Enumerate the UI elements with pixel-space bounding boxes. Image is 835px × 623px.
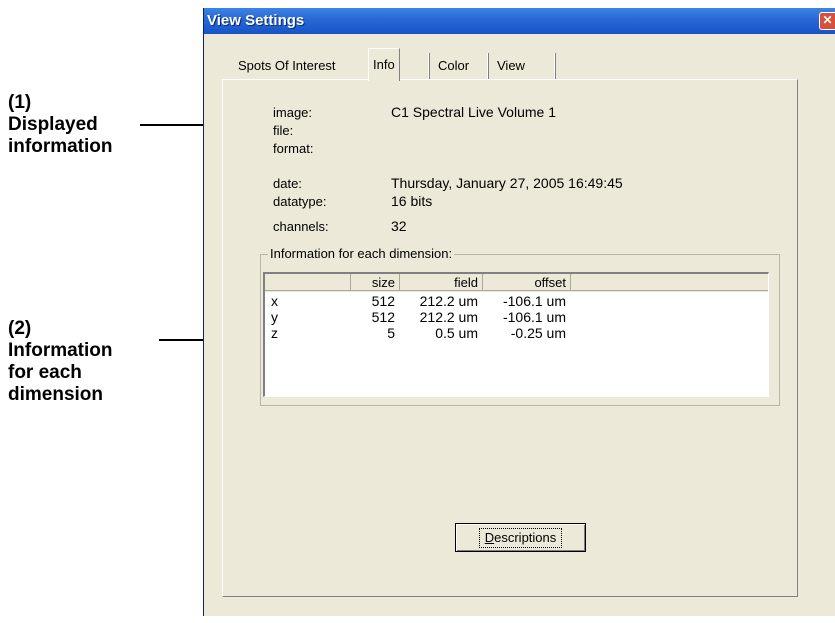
descriptions-button-accelerator: D — [484, 530, 495, 545]
callout-number: (1) — [8, 92, 32, 113]
column-header-filler — [571, 274, 768, 291]
callout-text-line: information — [8, 136, 113, 157]
info-label-format: format: — [273, 141, 314, 156]
info-label-datatype: datatype: — [273, 194, 327, 209]
row-field: 0.5 um — [435, 325, 478, 341]
info-label-date: date: — [273, 176, 302, 191]
info-label-channels: channels: — [273, 219, 329, 234]
tab-color[interactable]: Color — [438, 53, 469, 79]
callout-text-line: dimension — [8, 384, 104, 405]
close-button[interactable]: ✕ — [819, 12, 835, 30]
info-value-datatype: 16 bits — [391, 193, 433, 209]
column-header-size[interactable]: size — [351, 274, 400, 291]
column-header-name[interactable] — [265, 274, 351, 291]
row-name: x — [271, 293, 278, 309]
tab-divider — [554, 53, 556, 79]
dimension-group-title: Information for each dimension: — [268, 246, 455, 261]
row-name: z — [271, 325, 278, 341]
row-offset: -106.1 um — [502, 293, 566, 309]
callout-displayed-information: (1) Displayed information — [8, 92, 113, 158]
callout-dimension-information: (2) Information for each dimension — [8, 318, 113, 406]
table-row[interactable]: x 512 212.2 um -106.1 um — [265, 293, 768, 309]
view-settings-dialog: View Settings ✕ Spots Of Interest Info C… — [203, 8, 835, 616]
row-size: 512 — [371, 293, 395, 309]
info-value-channels: 32 — [391, 218, 407, 234]
table-row[interactable]: y 512 212.2 um -106.1 um — [265, 309, 768, 325]
tab-divider — [428, 53, 430, 79]
descriptions-button[interactable]: Descriptions — [455, 523, 586, 552]
row-size: 512 — [371, 309, 395, 325]
dimension-list[interactable]: size field offset x 512 212.2 um -106.1 … — [263, 272, 769, 397]
row-field: 212.2 um — [419, 293, 478, 309]
tab-spots-of-interest[interactable]: Spots Of Interest — [238, 53, 336, 79]
info-value-image: C1 Spectral Live Volume 1 — [391, 104, 556, 120]
row-name: y — [271, 309, 278, 325]
row-field: 212.2 um — [419, 309, 478, 325]
tab-info[interactable]: Info — [368, 48, 400, 81]
callout-text-line: Displayed — [8, 114, 98, 135]
title-bar[interactable]: View Settings ✕ — [204, 8, 835, 34]
descriptions-button-text: escriptions — [494, 530, 557, 545]
column-header-offset[interactable]: offset — [483, 274, 571, 291]
info-value-date: Thursday, January 27, 2005 16:49:45 — [391, 175, 623, 191]
info-label-file: file: — [273, 123, 294, 138]
callout-text-line: for each — [8, 362, 82, 383]
tab-divider — [487, 53, 489, 79]
row-size: 5 — [387, 325, 395, 341]
row-offset: -106.1 um — [502, 309, 566, 325]
window-title: View Settings — [207, 12, 305, 29]
callout-text-line: Information — [8, 340, 113, 361]
info-label-image: image: — [273, 105, 313, 120]
row-offset: -0.25 um — [510, 325, 566, 341]
callout-number: (2) — [8, 318, 32, 339]
column-header-field[interactable]: field — [400, 274, 483, 291]
list-header: size field offset — [265, 274, 768, 292]
tab-view[interactable]: View — [497, 53, 525, 79]
table-row[interactable]: z 5 0.5 um -0.25 um — [265, 325, 768, 341]
descriptions-button-label: Descriptions — [478, 528, 563, 548]
close-icon: ✕ — [822, 13, 833, 27]
